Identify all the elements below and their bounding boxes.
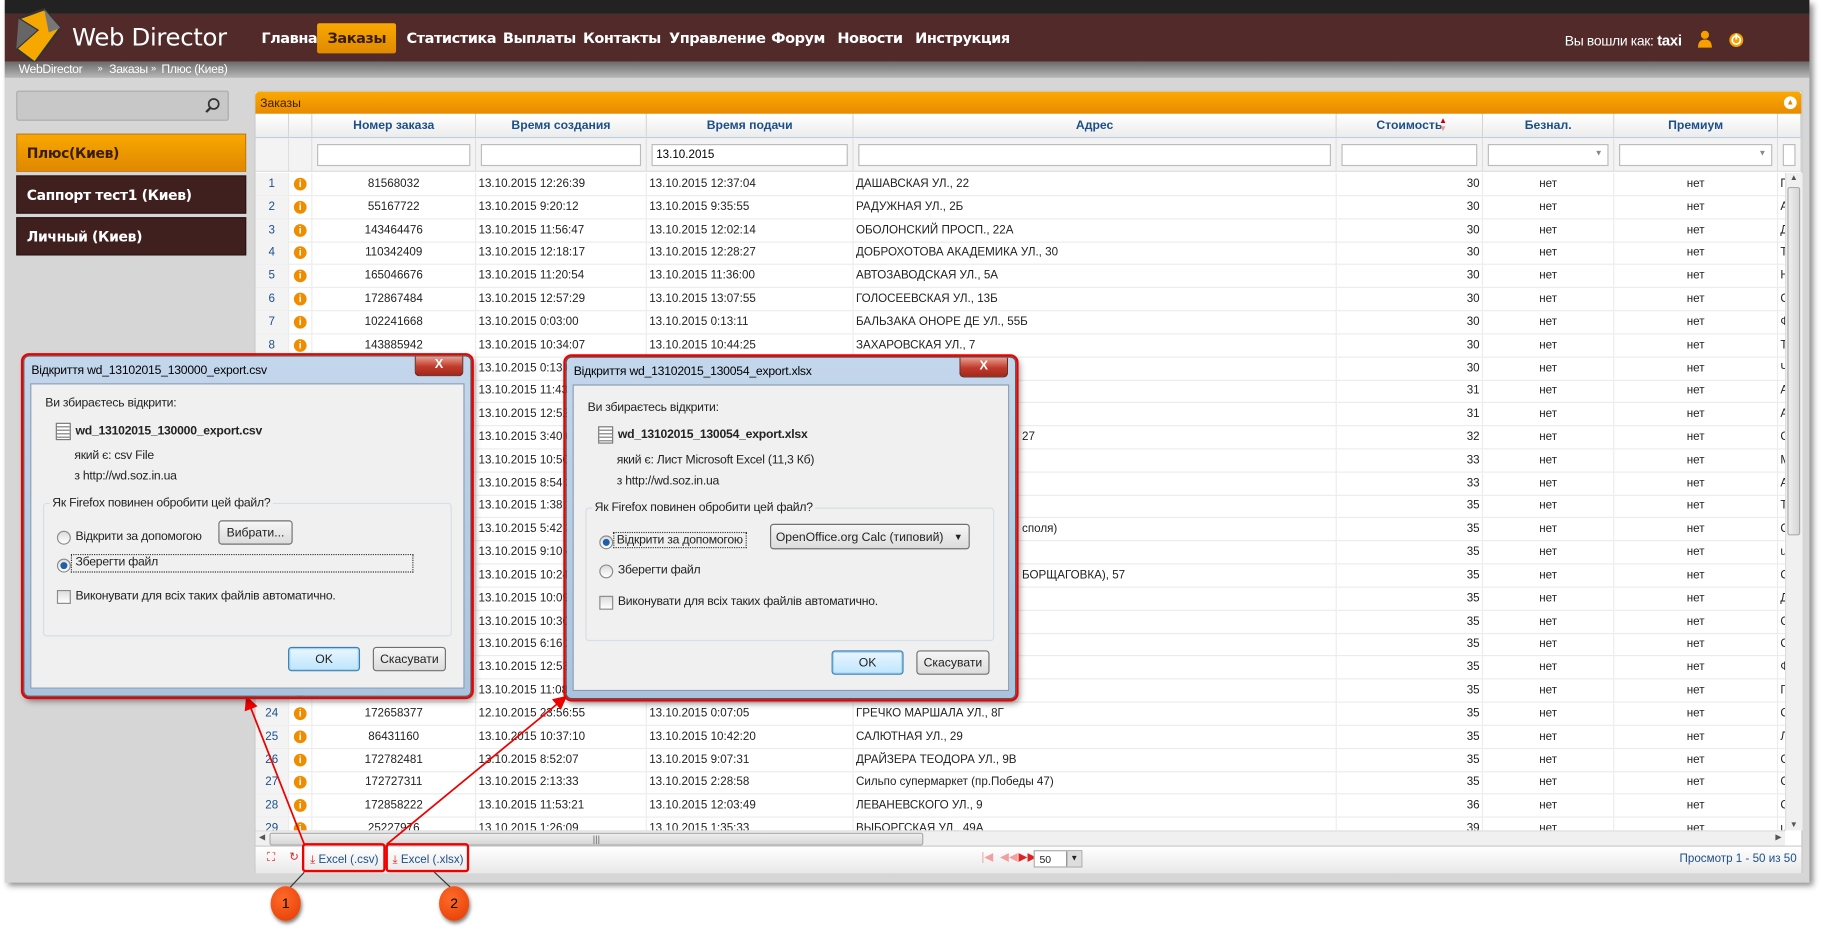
dialog-title: Відкриття wd_13102015_130054_export.xlsx bbox=[573, 364, 812, 379]
screen: Web Director Вы вошли как: taxi Главная З… bbox=[0, 0, 1821, 930]
file-icon bbox=[598, 426, 614, 444]
save-file-radio[interactable] bbox=[56, 558, 71, 573]
save-file-radio[interactable] bbox=[599, 564, 614, 579]
cancel-button[interactable]: Скасувати bbox=[916, 650, 990, 675]
dialog-title: Відкриття wd_13102015_130000_export.csv bbox=[31, 363, 267, 378]
file-name: wd_13102015_130000_export.csv bbox=[75, 423, 263, 438]
file-source: з http://wd.soz.in.ua bbox=[616, 473, 720, 488]
file-type: який є: Лист Microsoft Excel (11,3 Кб) bbox=[616, 452, 815, 467]
auto-label[interactable]: Виконувати для всіх таких файлів автомат… bbox=[75, 589, 335, 603]
auto-label[interactable]: Виконувати для всіх таких файлів автомат… bbox=[618, 595, 878, 609]
dialog-intro: Ви збираєтесь відкрити: bbox=[45, 396, 177, 410]
action-group: Як Firefox повинен обробити цей файл? Ві… bbox=[42, 495, 452, 637]
open-with-label[interactable]: Відкрити за допомогою bbox=[75, 530, 201, 544]
xlsx-open-dialog: Відкриття wd_13102015_130054_export.xlsx… bbox=[565, 356, 1017, 700]
save-file-label[interactable]: Зберегти файл bbox=[618, 563, 701, 577]
app-select[interactable]: OpenOffice.org Calc (типовий) bbox=[770, 523, 970, 551]
open-with-label[interactable]: Відкрити за допомогою bbox=[613, 531, 747, 549]
save-file-label[interactable]: Зберегти файл bbox=[70, 553, 414, 573]
dialog-body: Ви збираєтесь відкрити: wd_13102015_1300… bbox=[572, 384, 1010, 692]
dialog-intro: Ви збираєтесь відкрити: bbox=[587, 400, 719, 415]
file-name: wd_13102015_130054_export.xlsx bbox=[617, 427, 808, 442]
close-button[interactable]: X bbox=[959, 357, 1009, 378]
file-icon bbox=[55, 422, 71, 441]
group-legend: Як Firefox повинен обробити цей файл? bbox=[592, 500, 816, 515]
callout-badge-1: 1 bbox=[270, 886, 301, 921]
dialog-body: Ви збираєтесь відкрити: wd_13102015_1300… bbox=[30, 383, 465, 689]
file-source: з http://wd.soz.in.ua bbox=[74, 469, 177, 484]
open-with-radio[interactable] bbox=[56, 530, 71, 545]
file-type: який є: csv File bbox=[74, 448, 154, 463]
choose-app-button[interactable]: Вибрати... bbox=[218, 520, 293, 545]
arrow-to-xlsx-dialog bbox=[386, 695, 568, 846]
open-with-radio[interactable] bbox=[599, 535, 614, 550]
close-button[interactable]: X bbox=[414, 356, 464, 377]
action-group: Як Firefox повинен обробити цей файл? Ві… bbox=[585, 500, 995, 642]
csv-open-dialog: Відкриття wd_13102015_130000_export.csv … bbox=[23, 355, 472, 697]
auto-checkbox[interactable] bbox=[56, 589, 71, 604]
cancel-button[interactable]: Скасувати bbox=[372, 646, 446, 672]
ok-button[interactable]: OK bbox=[288, 646, 361, 672]
auto-checkbox[interactable] bbox=[599, 595, 614, 610]
callout-badge-2: 2 bbox=[439, 886, 470, 921]
group-legend: Як Firefox повинен обробити цей файл? bbox=[49, 495, 273, 510]
arrow-to-csv-dialog bbox=[244, 695, 306, 845]
ok-button[interactable]: OK bbox=[831, 650, 904, 675]
